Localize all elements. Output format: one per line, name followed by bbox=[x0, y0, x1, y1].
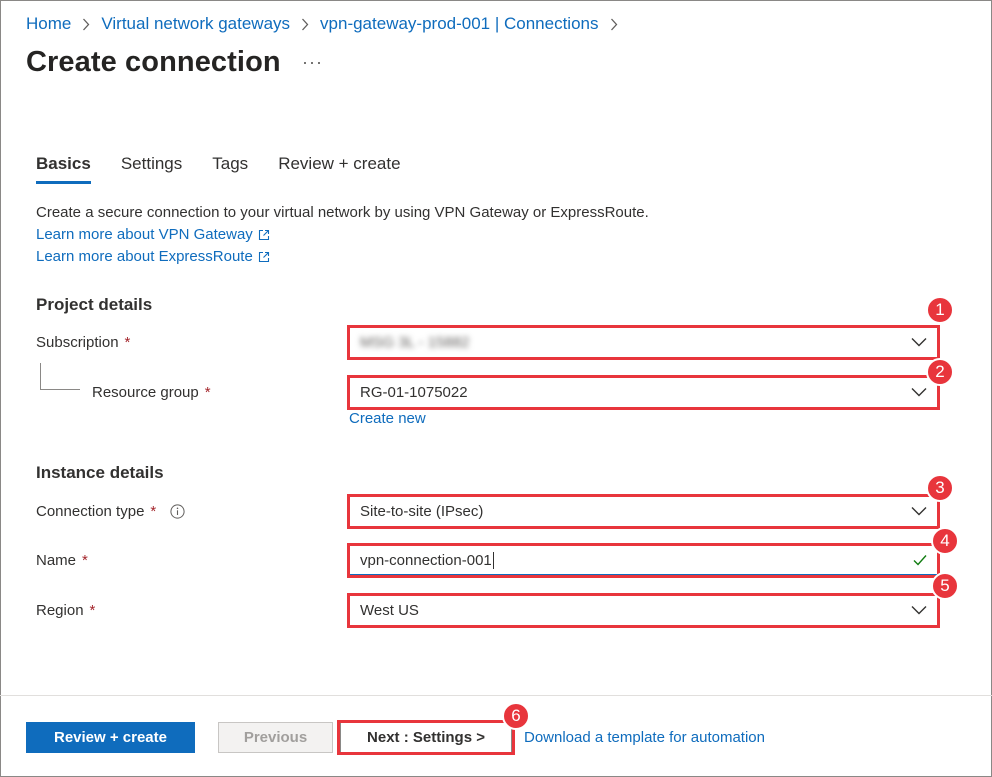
tab-bar: Basics Settings Tags Review + create bbox=[36, 154, 431, 184]
annotation-badge: 3 bbox=[926, 474, 954, 502]
annotation-badge: 2 bbox=[926, 358, 954, 386]
learn-more-expressroute-label: Learn more about ExpressRoute bbox=[36, 248, 253, 265]
name-label-text: Name bbox=[36, 552, 77, 569]
name-value: vpn-connection-001 bbox=[360, 551, 492, 569]
region-value: West US bbox=[360, 602, 419, 619]
info-icon[interactable] bbox=[170, 504, 185, 519]
tree-connector bbox=[40, 363, 41, 389]
learn-more-expressroute-link[interactable]: Learn more about ExpressRoute bbox=[36, 248, 270, 265]
region-label: Region * bbox=[36, 602, 95, 619]
tab-tags[interactable]: Tags bbox=[212, 154, 248, 184]
subscription-label: Subscription * bbox=[36, 334, 130, 351]
instance-details-heading: Instance details bbox=[36, 463, 164, 482]
chevron-right-icon bbox=[610, 18, 618, 31]
required-marker: * bbox=[204, 384, 211, 401]
resource-group-value: RG-01-1075022 bbox=[360, 384, 468, 401]
breadcrumb-home[interactable]: Home bbox=[26, 14, 71, 34]
connection-type-label-text: Connection type bbox=[36, 503, 145, 520]
annotation-badge: 5 bbox=[931, 572, 959, 600]
breadcrumb-virtual-network-gateways[interactable]: Virtual network gateways bbox=[101, 14, 290, 34]
intro-text: Create a secure connection to your virtu… bbox=[36, 204, 649, 221]
connection-type-value: Site-to-site (IPsec) bbox=[360, 503, 484, 520]
chevron-right-icon bbox=[301, 18, 309, 31]
next-settings-button[interactable]: Next : Settings > bbox=[340, 722, 512, 753]
annotation-badge: 1 bbox=[926, 296, 954, 324]
region-dropdown[interactable]: West US bbox=[349, 595, 938, 626]
review-create-button[interactable]: Review + create bbox=[26, 722, 195, 753]
external-link-icon bbox=[258, 251, 270, 263]
resource-group-label: Resource group * bbox=[92, 384, 211, 401]
external-link-icon bbox=[258, 229, 270, 241]
subscription-value: MSG 3L - 15882 bbox=[360, 334, 470, 351]
checkmark-icon bbox=[913, 554, 927, 566]
create-new-resource-group-link[interactable]: Create new bbox=[349, 410, 426, 427]
chevron-down-icon bbox=[911, 506, 927, 516]
required-marker: * bbox=[150, 503, 157, 520]
annotation-badge: 6 bbox=[502, 702, 530, 730]
resource-group-dropdown[interactable]: RG-01-1075022 bbox=[349, 377, 938, 408]
subscription-label-text: Subscription bbox=[36, 334, 119, 351]
subscription-dropdown[interactable]: MSG 3L - 15882 bbox=[349, 327, 938, 358]
page-title: Create connection bbox=[26, 46, 281, 78]
breadcrumb-gateway-connections[interactable]: vpn-gateway-prod-001 | Connections bbox=[320, 14, 598, 34]
footer-divider bbox=[0, 695, 992, 696]
connection-type-dropdown[interactable]: Site-to-site (IPsec) bbox=[349, 496, 938, 527]
learn-more-vpn-link[interactable]: Learn more about VPN Gateway bbox=[36, 226, 270, 243]
required-marker: * bbox=[82, 552, 88, 569]
learn-more-vpn-label: Learn more about VPN Gateway bbox=[36, 226, 253, 243]
breadcrumb: Home Virtual network gateways vpn-gatewa… bbox=[26, 13, 629, 35]
annotation-badge: 4 bbox=[931, 527, 959, 555]
tree-connector bbox=[40, 389, 80, 390]
chevron-right-icon bbox=[82, 18, 90, 31]
project-details-heading: Project details bbox=[36, 295, 153, 314]
name-label: Name * bbox=[36, 552, 88, 569]
required-marker: * bbox=[124, 334, 131, 351]
chevron-down-icon bbox=[911, 387, 927, 397]
connection-type-label: Connection type * bbox=[36, 503, 185, 520]
chevron-down-icon bbox=[911, 605, 927, 615]
required-marker: * bbox=[89, 602, 96, 619]
tab-basics[interactable]: Basics bbox=[36, 154, 91, 184]
text-cursor bbox=[492, 551, 494, 569]
previous-button[interactable]: Previous bbox=[218, 722, 333, 753]
download-template-link[interactable]: Download a template for automation bbox=[524, 729, 765, 746]
tab-review-create[interactable]: Review + create bbox=[278, 154, 400, 184]
chevron-down-icon bbox=[911, 337, 927, 347]
resource-group-label-text: Resource group bbox=[92, 384, 199, 401]
name-input[interactable]: vpn-connection-001 bbox=[349, 545, 938, 576]
tab-settings[interactable]: Settings bbox=[121, 154, 182, 184]
region-label-text: Region bbox=[36, 602, 84, 619]
more-options-button[interactable]: ··· bbox=[302, 52, 323, 73]
